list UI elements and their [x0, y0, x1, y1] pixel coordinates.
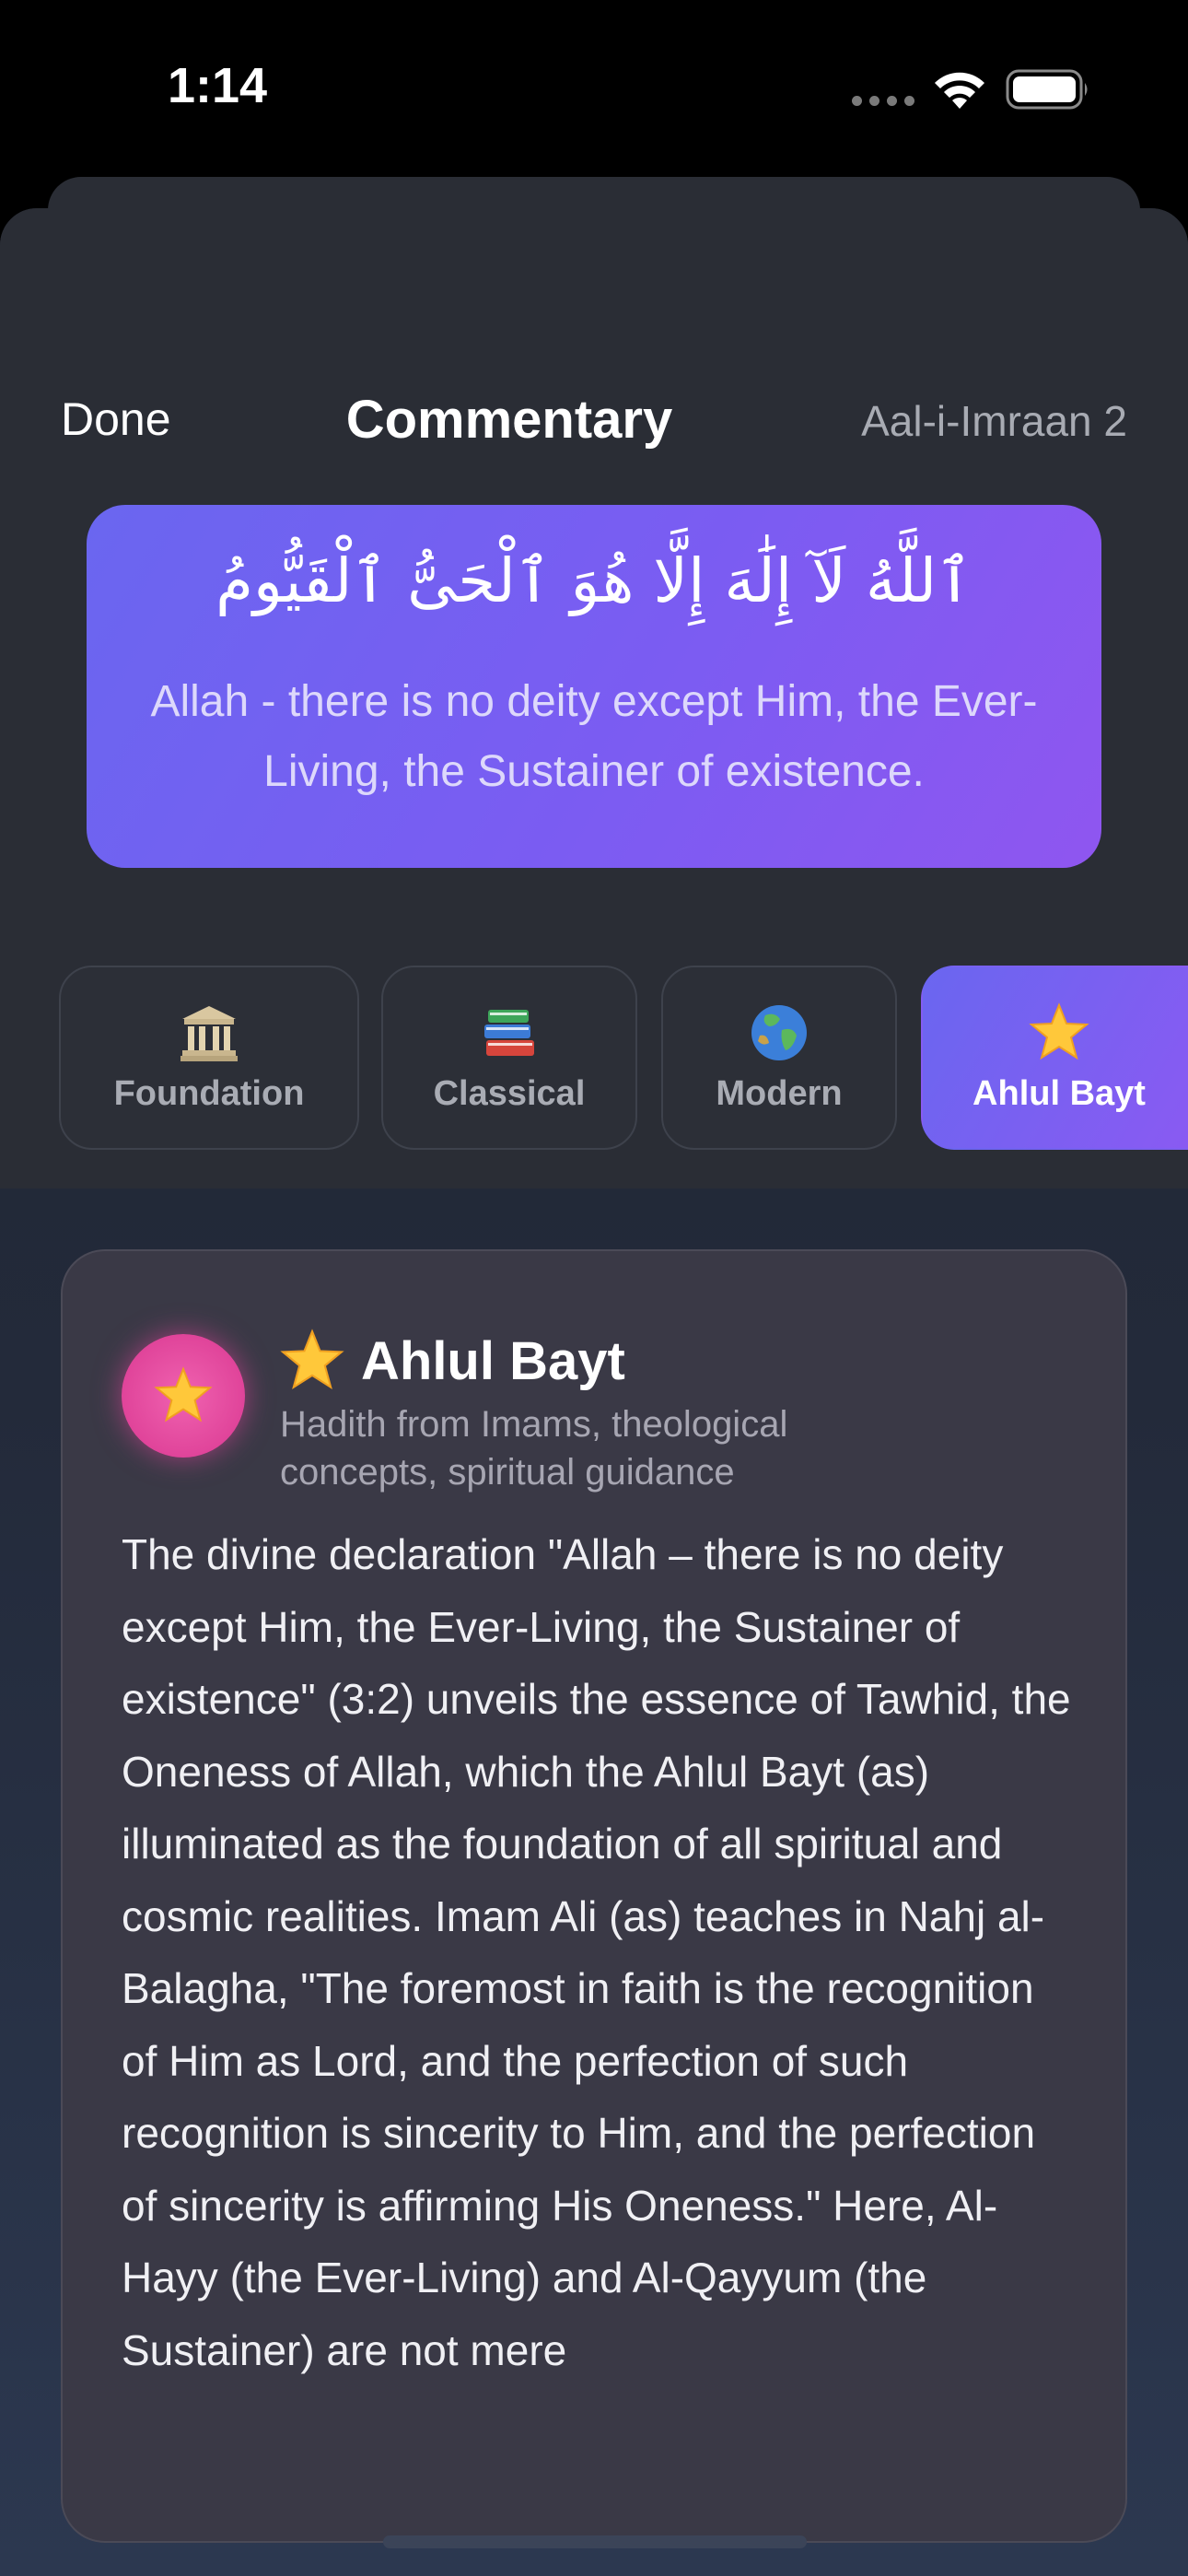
- tab-classical[interactable]: Classical: [381, 966, 637, 1150]
- star-icon: [154, 1366, 213, 1423]
- commentary-title: Ahlul Bayt: [280, 1329, 625, 1393]
- verse-card: ٱللَّهُ لَآ إِلَٰهَ إِلَّا هُوَ ٱلْحَىُّ…: [87, 505, 1101, 868]
- classical-building-icon: [61, 1001, 357, 1065]
- star-icon: [923, 1001, 1188, 1065]
- commentary-sheet: Done Commentary Aal-i-Imraan 2 ٱللَّهُ ل…: [0, 208, 1188, 2576]
- cellular-signal-icon: [852, 96, 914, 106]
- tab-label: Modern: [716, 1074, 843, 1113]
- verse-arabic-text: ٱللَّهُ لَآ إِلَٰهَ إِلَّا هُوَ ٱلْحَىُّ…: [215, 545, 973, 616]
- verse-translation: Allah - there is no deity except Him, th…: [150, 677, 1038, 796]
- status-time: 1:14: [168, 58, 268, 113]
- sheet-header: Done Commentary Aal-i-Imraan 2 ٱللَّهُ ل…: [0, 208, 1188, 1188]
- tab-label: Classical: [433, 1074, 586, 1113]
- tab-label: Foundation: [113, 1074, 305, 1113]
- commentary-card: Ahlul Bayt Hadith from Imams, theologica…: [61, 1249, 1127, 2543]
- commentary-body: The divine declaration "Allah – there is…: [122, 1530, 1071, 2374]
- status-bar: 1:14: [0, 0, 1188, 175]
- globe-icon: [663, 1001, 895, 1065]
- tab-label: Ahlul Bayt: [973, 1074, 1146, 1113]
- commentary-title-text: Ahlul Bayt: [361, 1330, 625, 1391]
- home-indicator[interactable]: [383, 2535, 807, 2548]
- star-icon: [280, 1329, 344, 1389]
- commentary-tabs: Foundation Classical Modern Ahlul Bayt: [0, 966, 1188, 1150]
- tab-foundation[interactable]: Foundation: [59, 966, 359, 1150]
- wifi-icon: [935, 72, 984, 109]
- tab-modern[interactable]: Modern: [661, 966, 897, 1150]
- tab-ahlul-bayt[interactable]: Ahlul Bayt: [921, 966, 1188, 1150]
- commentary-subtitle: Hadith from Imams, theological concepts,…: [280, 1404, 788, 1493]
- verse-reference: Aal-i-Imraan 2: [861, 397, 1127, 445]
- books-icon: [383, 1001, 635, 1065]
- battery-icon: [1006, 69, 1088, 110]
- avatar: [122, 1334, 245, 1458]
